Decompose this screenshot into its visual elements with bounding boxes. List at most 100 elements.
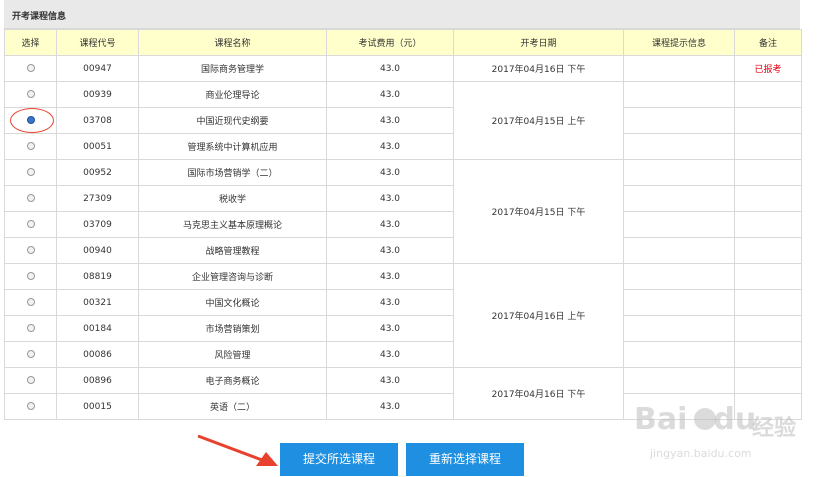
exam-date: 2017年04月16日 上午 <box>453 263 624 368</box>
course-name: 马克思主义基本原理概论 <box>138 211 327 238</box>
exam-fee: 43.0 <box>326 185 454 212</box>
course-code: 00947 <box>56 55 139 82</box>
course-hint <box>623 81 735 108</box>
course-hint <box>623 159 735 186</box>
panel-header: 开考课程信息 <box>4 0 800 29</box>
header-course-code: 课程代号 <box>56 29 139 56</box>
remark <box>734 263 802 290</box>
remark <box>734 393 802 420</box>
remark <box>734 237 802 264</box>
course-hint <box>623 237 735 264</box>
course-radio-selected[interactable] <box>26 116 35 124</box>
exam-date: 2017年04月15日 上午 <box>453 81 624 160</box>
table-row: 27309 税收学 43.0 <box>4 185 802 212</box>
course-name: 税收学 <box>138 185 327 212</box>
course-radio[interactable] <box>26 272 35 280</box>
remark <box>734 367 802 394</box>
course-hint <box>623 341 735 368</box>
header-select: 选择 <box>4 29 57 56</box>
course-hint <box>623 289 735 316</box>
table-row: 00896 电子商务概论 43.0 2017年04月16日 下午 <box>4 367 802 420</box>
course-name: 商业伦理导论 <box>138 81 327 108</box>
course-code: 00321 <box>56 289 139 316</box>
course-code: 03708 <box>56 107 139 134</box>
course-radio[interactable] <box>26 350 35 358</box>
table-row: 00015 英语（二） 43.0 <box>4 393 802 420</box>
exam-fee: 43.0 <box>326 107 454 134</box>
course-code: 00896 <box>56 367 139 394</box>
remark <box>734 185 802 212</box>
course-hint <box>623 107 735 134</box>
course-radio[interactable] <box>26 246 35 254</box>
course-code: 00939 <box>56 81 139 108</box>
course-hint <box>623 55 735 82</box>
course-name: 电子商务概论 <box>138 367 327 394</box>
watermark-url: jingyan.baidu.com <box>650 447 752 460</box>
course-radio[interactable] <box>26 298 35 306</box>
table-row: 00952 国际市场营销学（二） 43.0 2017年04月15日 下午 <box>4 159 802 264</box>
exam-date: 2017年04月16日 下午 <box>453 367 624 420</box>
course-hint <box>623 315 735 342</box>
course-code: 03709 <box>56 211 139 238</box>
exam-date: 2017年04月16日 下午 <box>453 55 624 82</box>
course-code: 00015 <box>56 393 139 420</box>
remark-status: 已报考 <box>734 55 802 82</box>
course-hint <box>623 393 735 420</box>
exam-fee: 43.0 <box>326 263 454 290</box>
course-code: 08819 <box>56 263 139 290</box>
course-radio[interactable] <box>26 402 35 410</box>
course-radio[interactable] <box>26 194 35 202</box>
course-name: 中国文化概论 <box>138 289 327 316</box>
remark <box>734 81 802 108</box>
exam-fee: 43.0 <box>326 159 454 186</box>
course-radio[interactable] <box>26 64 35 72</box>
remark <box>734 133 802 160</box>
course-name: 国际市场营销学（二） <box>138 159 327 186</box>
exam-fee: 43.0 <box>326 133 454 160</box>
course-radio[interactable] <box>26 168 35 176</box>
red-arrow-icon <box>197 434 278 466</box>
course-radio[interactable] <box>26 142 35 150</box>
table-row: 00939 商业伦理导论 43.0 2017年04月15日 上午 <box>4 81 802 160</box>
table-row: 00086 风险管理 43.0 <box>4 341 802 368</box>
remark <box>734 315 802 342</box>
course-hint <box>623 367 735 394</box>
exam-fee: 43.0 <box>326 211 454 238</box>
course-name: 战略管理教程 <box>138 237 327 264</box>
header-remark: 备注 <box>734 29 802 56</box>
reset-selection-button[interactable]: 重新选择课程 <box>406 443 524 476</box>
exam-fee: 43.0 <box>326 315 454 342</box>
table-row: 08819 企业管理咨询与诊断 43.0 2017年04月16日 上午 <box>4 263 802 368</box>
course-hint <box>623 263 735 290</box>
course-name: 中国近现代史纲要 <box>138 107 327 134</box>
course-radio[interactable] <box>26 376 35 384</box>
course-radio[interactable] <box>26 90 35 98</box>
course-radio[interactable] <box>26 324 35 332</box>
course-name: 企业管理咨询与诊断 <box>138 263 327 290</box>
table-row: 00051 管理系统中计算机应用 43.0 <box>4 133 802 160</box>
table-row: 03708 中国近现代史纲要 43.0 <box>4 107 802 134</box>
submit-courses-button[interactable]: 提交所选课程 <box>280 443 398 476</box>
exam-fee: 43.0 <box>326 237 454 264</box>
exam-fee: 43.0 <box>326 289 454 316</box>
panel-title: 开考课程信息 <box>12 12 67 22</box>
course-hint <box>623 185 735 212</box>
course-radio[interactable] <box>26 220 35 228</box>
course-table: 选择 课程代号 课程名称 考试费用（元） 开考日期 课程提示信息 备注 0094… <box>4 29 802 420</box>
header-exam-date: 开考日期 <box>453 29 624 56</box>
exam-fee: 43.0 <box>326 393 454 420</box>
course-name: 国际商务管理学 <box>138 55 327 82</box>
table-header-row: 选择 课程代号 课程名称 考试费用（元） 开考日期 课程提示信息 备注 <box>4 29 802 56</box>
course-name: 管理系统中计算机应用 <box>138 133 327 160</box>
header-course-hint: 课程提示信息 <box>623 29 735 56</box>
remark <box>734 159 802 186</box>
remark <box>734 211 802 238</box>
exam-date: 2017年04月15日 下午 <box>453 159 624 264</box>
header-exam-fee: 考试费用（元） <box>326 29 454 56</box>
header-course-name: 课程名称 <box>138 29 327 56</box>
course-code: 00952 <box>56 159 139 186</box>
remark <box>734 341 802 368</box>
table-row: 03709 马克思主义基本原理概论 43.0 <box>4 211 802 238</box>
exam-fee: 43.0 <box>326 81 454 108</box>
table-row: 00184 市场营销策划 43.0 <box>4 315 802 342</box>
